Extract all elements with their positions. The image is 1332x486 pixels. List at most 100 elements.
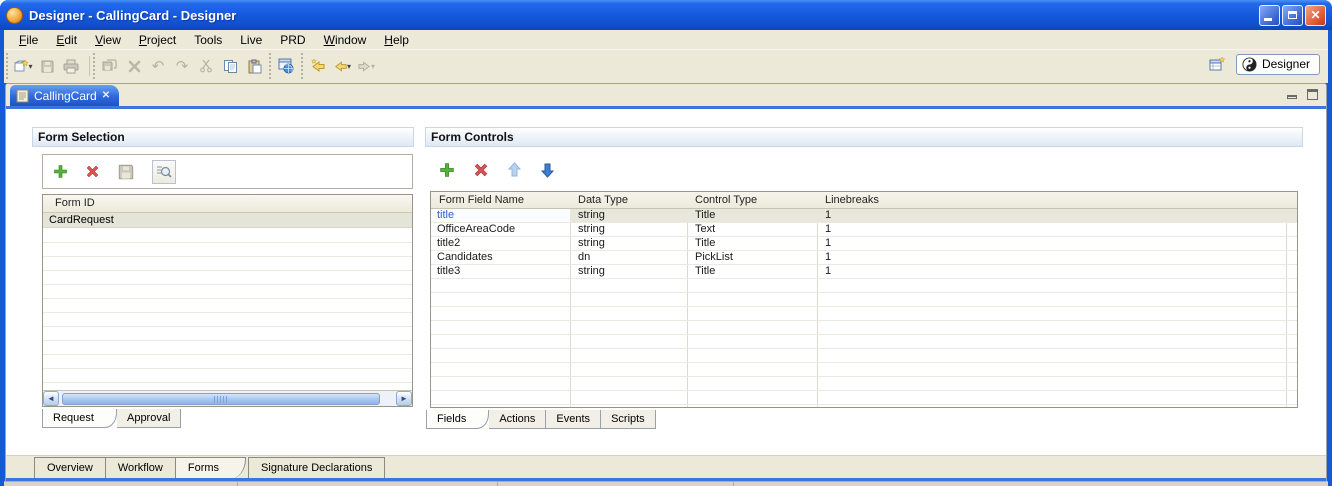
- save-button[interactable]: [35, 54, 59, 78]
- form-id-column-header[interactable]: Form ID: [43, 195, 412, 213]
- designer-perspective-button[interactable]: Designer: [1236, 54, 1320, 75]
- cell-data-type[interactable]: string: [570, 223, 687, 236]
- cell-field-name[interactable]: title2: [431, 237, 570, 250]
- tab-callingcard[interactable]: CallingCard ✕: [10, 85, 119, 106]
- tab-close-icon[interactable]: ✕: [102, 90, 110, 101]
- cell-data-type[interactable]: dn: [570, 251, 687, 264]
- back-dropdown-caret[interactable]: ▾: [347, 62, 351, 71]
- tab-signature-declarations[interactable]: Signature Declarations: [248, 457, 385, 479]
- forward-dropdown-caret[interactable]: ▾: [371, 62, 375, 71]
- cell-data-type[interactable]: string: [570, 209, 687, 222]
- form-selection-toolbar: [42, 154, 413, 189]
- app-icon: [6, 7, 23, 24]
- menu-item-tools[interactable]: Tools: [185, 32, 231, 48]
- undo-button[interactable]: ↶: [146, 54, 170, 78]
- cell-control-type[interactable]: Title: [687, 209, 817, 222]
- print-button[interactable]: [59, 54, 83, 78]
- add-form-button[interactable]: [53, 164, 68, 179]
- tab-fields[interactable]: Fields: [426, 410, 489, 429]
- move-up-button[interactable]: [507, 162, 522, 178]
- paste-button[interactable]: [242, 54, 266, 78]
- minimize-view-icon[interactable]: [1287, 95, 1297, 99]
- table-row-title2[interactable]: title2 string Title 1: [431, 237, 1297, 251]
- print-icon: [63, 59, 79, 74]
- forward-button[interactable]: ▾: [354, 54, 378, 78]
- table-row-officeareacode[interactable]: OfficeAreaCode string Text 1: [431, 223, 1297, 237]
- menu-item-live[interactable]: Live: [231, 32, 271, 48]
- cell-linebreaks[interactable]: 1: [817, 265, 1297, 278]
- maximize-button[interactable]: [1282, 5, 1303, 26]
- cell-field-name[interactable]: title: [431, 209, 570, 222]
- menu-item-project[interactable]: Project: [130, 32, 185, 48]
- tab-workflow[interactable]: Workflow: [106, 457, 176, 479]
- cell-linebreaks[interactable]: 1: [817, 251, 1297, 264]
- delete-button[interactable]: [122, 54, 146, 78]
- minimize-button[interactable]: [1259, 5, 1280, 26]
- delete-x-icon: [473, 162, 489, 178]
- open-perspective-button[interactable]: [1206, 52, 1230, 76]
- cut-button[interactable]: [194, 54, 218, 78]
- menu-item-help[interactable]: Help: [375, 32, 418, 48]
- new-wizard-button[interactable]: ▾: [11, 54, 35, 78]
- cell-data-type[interactable]: string: [570, 237, 687, 250]
- cell-data-type[interactable]: string: [570, 265, 687, 278]
- cell-field-name[interactable]: title3: [431, 265, 570, 278]
- back-arrow-icon: [333, 59, 348, 74]
- column-header-control-type[interactable]: Control Type: [687, 192, 817, 208]
- designer-perspective-icon: [1242, 57, 1257, 72]
- back-button[interactable]: ▾: [330, 54, 354, 78]
- maximize-view-icon[interactable]: [1307, 89, 1318, 100]
- open-web-browser-button[interactable]: [274, 54, 298, 78]
- save-form-button[interactable]: [117, 163, 135, 181]
- redo-button[interactable]: ↷: [170, 54, 194, 78]
- strip-divider: [237, 482, 238, 486]
- menu-item-prd[interactable]: PRD: [271, 32, 314, 48]
- scroll-left-button[interactable]: ◄: [43, 391, 59, 406]
- bottom-view-strip: [4, 481, 1328, 486]
- horizontal-scrollbar[interactable]: ◄ ►: [43, 390, 412, 406]
- delete-form-button[interactable]: [85, 164, 100, 179]
- last-edit-location-button[interactable]: [306, 54, 330, 78]
- add-field-button[interactable]: [439, 162, 455, 178]
- cell-linebreaks[interactable]: 1: [817, 209, 1297, 222]
- scrollbar-thumb[interactable]: [62, 393, 380, 405]
- tab-forms[interactable]: Forms: [176, 457, 246, 479]
- cell-control-type[interactable]: Title: [687, 237, 817, 250]
- column-header-form-field-name[interactable]: Form Field Name: [431, 192, 570, 208]
- save-all-button[interactable]: [98, 54, 122, 78]
- save-all-icon: [102, 58, 118, 74]
- cell-linebreaks[interactable]: 1: [817, 237, 1297, 250]
- tab-approval[interactable]: Approval: [117, 409, 181, 428]
- cell-field-name[interactable]: Candidates: [431, 251, 570, 264]
- cell-control-type[interactable]: Text: [687, 223, 817, 236]
- column-header-data-type[interactable]: Data Type: [570, 192, 687, 208]
- scroll-right-button[interactable]: ►: [396, 391, 412, 406]
- cell-control-type[interactable]: PickList: [687, 251, 817, 264]
- tab-actions[interactable]: Actions: [489, 410, 546, 429]
- table-row-cardrequest[interactable]: CardRequest: [43, 213, 412, 228]
- menu-item-window[interactable]: Window: [315, 32, 376, 48]
- column-header-linebreaks[interactable]: Linebreaks: [817, 192, 1297, 208]
- table-row-title[interactable]: title string Title 1: [431, 209, 1297, 223]
- cell-control-type[interactable]: Title: [687, 265, 817, 278]
- delete-field-button[interactable]: [473, 162, 489, 178]
- new-dropdown-caret[interactable]: ▾: [28, 62, 32, 71]
- preview-form-button[interactable]: [152, 160, 176, 184]
- menu-item-file[interactable]: File: [10, 32, 47, 48]
- delete-x-icon: [85, 164, 100, 179]
- tab-overview[interactable]: Overview: [34, 457, 106, 479]
- copy-button[interactable]: [218, 54, 242, 78]
- move-down-button[interactable]: [540, 162, 555, 178]
- tab-request[interactable]: Request: [42, 409, 117, 428]
- cell-linebreaks[interactable]: 1: [817, 223, 1297, 236]
- tab-events[interactable]: Events: [546, 410, 601, 429]
- table-row-candidates[interactable]: Candidates dn PickList 1: [431, 251, 1297, 265]
- menu-item-edit[interactable]: Edit: [47, 32, 86, 48]
- cell-field-name[interactable]: OfficeAreaCode: [431, 223, 570, 236]
- tab-scripts[interactable]: Scripts: [601, 410, 656, 429]
- close-button[interactable]: ✕: [1305, 5, 1326, 26]
- preview-search-icon: [156, 164, 172, 180]
- table-row-title3[interactable]: title3 string Title 1: [431, 265, 1297, 279]
- undo-icon: ↶: [152, 59, 165, 74]
- menu-item-view[interactable]: View: [86, 32, 130, 48]
